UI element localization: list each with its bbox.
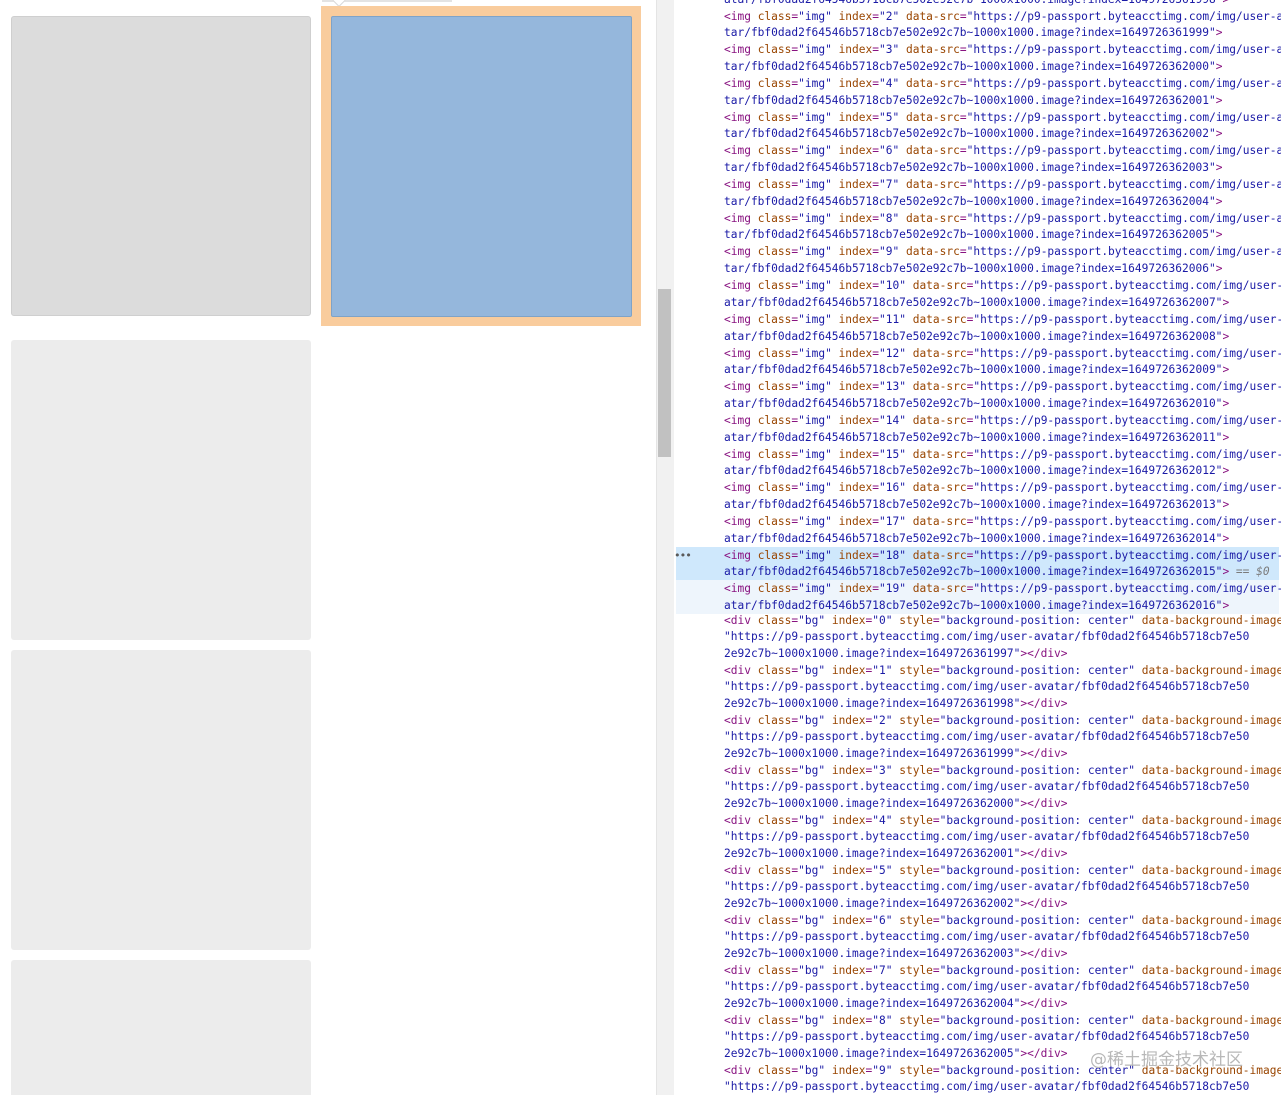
dom-line: <div class="bg" index="1" style="backgro…: [724, 663, 1281, 677]
dom-line: <div class="bg" index="2" style="backgro…: [724, 713, 1281, 727]
dom-line: <img class="img" index="19" data-src="ht…: [724, 582, 1281, 596]
dom-line: <div class="bg" index="6" style="backgro…: [724, 913, 1281, 927]
dom-line: <div class="bg" index="3" style="backgro…: [724, 763, 1281, 777]
image-placeholder-4: [11, 960, 311, 1095]
dom-line: <img class="img" index="13" data-src="ht…: [724, 380, 1281, 394]
dom-line: 2e92c7b~1000x1000.image?index=1649726361…: [724, 646, 1068, 660]
dom-line: <img class="img" index="14" data-src="ht…: [724, 413, 1281, 427]
dom-line: 2e92c7b~1000x1000.image?index=1649726361…: [724, 696, 1068, 710]
dom-line: <img class="img" index="3" data-src="htt…: [724, 43, 1281, 57]
dom-line: atar/fbf0dad2f64546b5718cb7e502e92c7b~10…: [724, 295, 1230, 309]
dom-line: 2e92c7b~1000x1000.image?index=1649726362…: [724, 996, 1068, 1010]
dom-line: atar/fbf0dad2f64546b5718cb7e502e92c7b~10…: [724, 396, 1230, 410]
dom-line: 2e92c7b~1000x1000.image?index=1649726362…: [724, 896, 1068, 910]
dom-line: <img class="img" index="4" data-src="htt…: [724, 76, 1281, 90]
dom-line: tar/fbf0dad2f64546b5718cb7e502e92c7b~100…: [724, 161, 1223, 174]
image-placeholder-3: [11, 650, 311, 950]
dom-line: <img class="img" index="6" data-src="htt…: [724, 144, 1281, 158]
dom-line: 2e92c7b~1000x1000.image?index=1649726362…: [724, 846, 1068, 860]
dom-line: <img class="img" index="16" data-src="ht…: [724, 481, 1281, 495]
dom-line: <img class="img" index="7" data-src="htt…: [724, 178, 1281, 191]
image-placeholder-2: [11, 340, 311, 640]
dom-line: atar/fbf0dad2f64546b5718cb7e502e92c7b~10…: [724, 498, 1230, 511]
dom-line: <div class="bg" index="4" style="backgro…: [724, 813, 1281, 827]
image-placeholder-0: [11, 16, 311, 316]
dom-line: atar/fbf0dad2f64546b5718cb7e502e92c7b~10…: [724, 464, 1230, 478]
dom-line: "https://p9-passport.byteacctimg.com/img…: [724, 730, 1250, 744]
dom-line: tar/fbf0dad2f64546b5718cb7e502e92c7b~100…: [724, 127, 1223, 141]
dom-line: tar/fbf0dad2f64546b5718cb7e502e92c7b~100…: [724, 93, 1223, 107]
dom-line: 2e92c7b~1000x1000.image?index=1649726362…: [724, 946, 1068, 960]
dom-line: 2e92c7b~1000x1000.image?index=1649726362…: [724, 796, 1068, 810]
viewport-scrollbar[interactable]: [656, 0, 674, 1095]
dom-line: 2e92c7b~1000x1000.image?index=1649726361…: [724, 746, 1068, 760]
dom-line: <img class="img" index="15" data-src="ht…: [724, 447, 1281, 461]
dom-line: 2e92c7b~1000x1000.image?index=1649726362…: [724, 1046, 1068, 1060]
dom-line: atar/fbf0dad2f64546b5718cb7e502e92c7b~10…: [724, 430, 1230, 444]
dom-line: "https://p9-passport.byteacctimg.com/img…: [724, 930, 1250, 944]
dom-line: tar/fbf0dad2f64546b5718cb7e502e92c7b~100…: [724, 26, 1223, 40]
dom-line: <img class="img" index="17" data-src="ht…: [724, 515, 1281, 528]
dom-line: <div class="bg" index="8" style="backgro…: [724, 1013, 1281, 1027]
image-placeholder-highlighted: [331, 16, 632, 317]
page-viewport: [0, 0, 656, 1095]
dom-line: "https://p9-passport.byteacctimg.com/img…: [724, 1030, 1250, 1044]
viewport-scrollbar-thumb[interactable]: [658, 289, 671, 457]
dom-line: <img class="img" index="18" data-src="ht…: [724, 548, 1281, 562]
dom-line: <div class="bg" index="0" style="backgro…: [724, 613, 1281, 627]
dom-line: atar/fbf0dad2f64546b5718cb7e502e92c7b~10…: [724, 329, 1230, 343]
dom-line: <div class="bg" index="5" style="backgro…: [724, 863, 1281, 877]
dom-line: <div class="bg" index="7" style="backgro…: [724, 963, 1281, 977]
dom-line: "https://p9-passport.byteacctimg.com/img…: [724, 780, 1250, 794]
dom-line: "https://p9-passport.byteacctimg.com/img…: [724, 980, 1250, 994]
dom-line: tar/fbf0dad2f64546b5718cb7e502e92c7b~100…: [724, 228, 1223, 242]
dom-line: "https://p9-passport.byteacctimg.com/img…: [724, 630, 1250, 644]
dom-line: "https://p9-passport.byteacctimg.com/img…: [724, 1080, 1250, 1094]
dom-line: <img class="img" index="8" data-src="htt…: [724, 211, 1281, 225]
dom-line: <img class="img" index="5" data-src="htt…: [724, 110, 1281, 124]
dom-line: "https://p9-passport.byteacctimg.com/img…: [724, 830, 1250, 844]
devtools-elements-panel: atar/fbf0dad2f64546b5718cb7e502e92c7b~10…: [674, 0, 1281, 1095]
dom-line: <img class="img" index="2" data-src="htt…: [724, 9, 1281, 23]
watermark: @稀土掘金技术社区: [1090, 1050, 1243, 1070]
dom-line: atar/fbf0dad2f64546b5718cb7e502e92c7b~10…: [724, 565, 1270, 579]
dom-line: <img class="img" index="9" data-src="htt…: [724, 245, 1281, 259]
dom-line: "https://p9-passport.byteacctimg.com/img…: [724, 680, 1250, 694]
node-actions-icon[interactable]: •••: [674, 549, 692, 562]
dom-line: tar/fbf0dad2f64546b5718cb7e502e92c7b~100…: [724, 262, 1223, 276]
dom-line: <img class="img" index="11" data-src="ht…: [724, 312, 1281, 326]
dom-line: tar/fbf0dad2f64546b5718cb7e502e92c7b~100…: [724, 194, 1223, 208]
dom-line: "https://p9-passport.byteacctimg.com/img…: [724, 880, 1250, 894]
dom-line: tar/fbf0dad2f64546b5718cb7e502e92c7b~100…: [724, 59, 1223, 73]
dom-line: <img class="img" index="10" data-src="ht…: [724, 279, 1281, 293]
dom-line: <img class="img" index="12" data-src="ht…: [724, 346, 1281, 360]
dom-line: atar/fbf0dad2f64546b5718cb7e502e92c7b~10…: [724, 363, 1230, 377]
dom-line: atar/fbf0dad2f64546b5718cb7e502e92c7b~10…: [724, 531, 1230, 545]
